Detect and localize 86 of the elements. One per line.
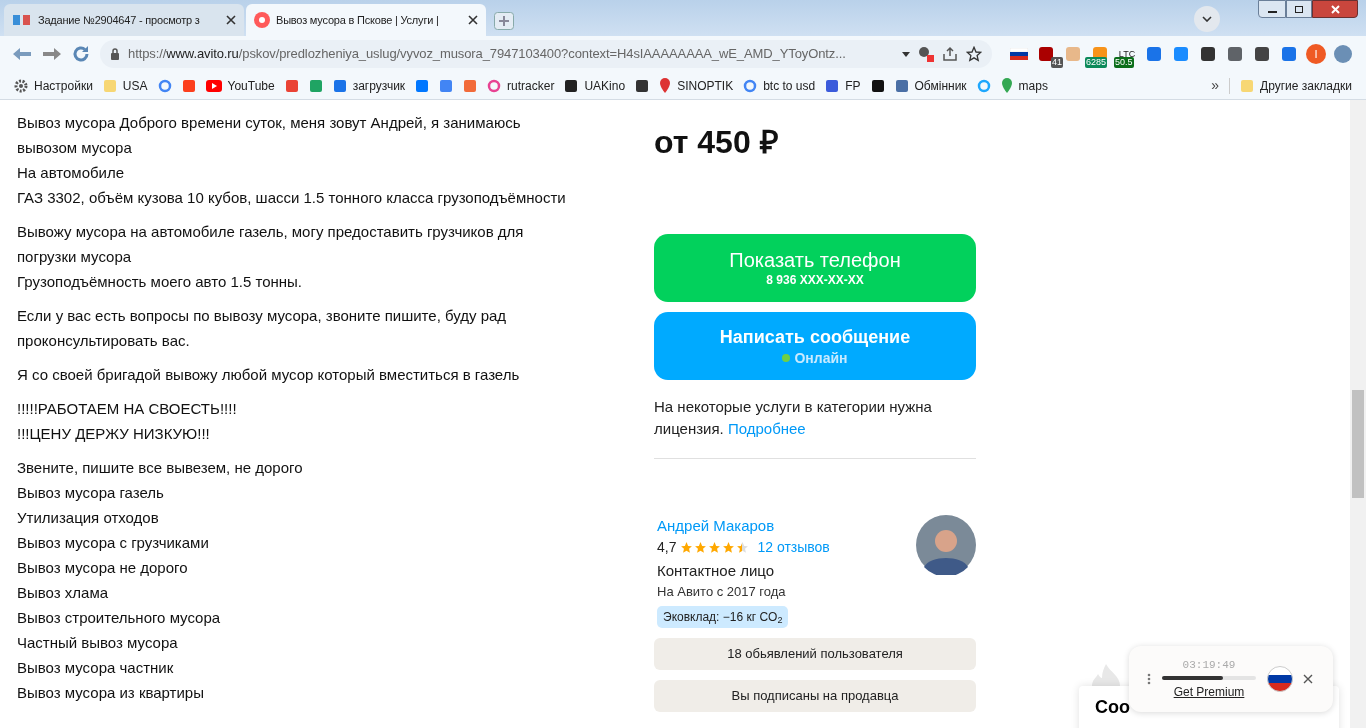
folder-icon	[1240, 78, 1255, 93]
flag-icon[interactable]	[1267, 666, 1293, 692]
description-line: Звените, пишите все вывезем, не дорого	[17, 458, 304, 478]
description-line: Вывоз мусора не дорого	[17, 558, 189, 578]
description-line: Грузоподъёмность моего авто 1.5 тонны.	[17, 272, 303, 292]
description-line: !!!ЦЕНУ ДЕРЖУ НИЗКУЮ!!!	[17, 424, 211, 444]
lock-icon	[110, 48, 120, 60]
description-line: проконсультировать вас.	[17, 331, 191, 351]
description-line: Вывоз хлама	[17, 583, 110, 603]
map-pin-icon	[1000, 78, 1013, 93]
description-line: Вывоз мусора из квартиры	[17, 683, 205, 703]
description-line: Я со своей бригадой вывожу любой мусор который вместиться в газель	[17, 365, 521, 385]
seller-action-button[interactable]: 18 обьявлений пользователя	[654, 638, 976, 670]
bookmark[interactable]: USA	[102, 74, 148, 97]
key-blocked-icon[interactable]	[918, 46, 934, 62]
bookmark[interactable]: maps	[1000, 74, 1048, 97]
tab-search-button[interactable]	[1194, 6, 1220, 32]
extension-badge: 50.5	[1114, 57, 1134, 68]
bookmark[interactable]: YouTube	[205, 74, 275, 97]
maximize-button[interactable]	[1286, 0, 1312, 18]
minimize-button[interactable]	[1258, 0, 1286, 18]
description-line: Вывоз мусора с грузчиками	[17, 533, 210, 553]
rating-value: 4,7	[657, 538, 677, 557]
close-icon[interactable]	[468, 15, 478, 25]
seller-avatar[interactable]	[916, 515, 976, 575]
bookmark[interactable]: Настройки	[14, 74, 93, 97]
folder-icon	[102, 78, 117, 93]
play-icon	[205, 79, 222, 92]
extension-badge: 6285	[1085, 57, 1108, 68]
browser-tab[interactable]: Вывоз мусора в Пскове | Услуги |	[246, 4, 486, 36]
flag-icon[interactable]	[1010, 48, 1028, 60]
more-vertical-icon[interactable]	[1147, 673, 1151, 685]
share-icon[interactable]	[942, 46, 958, 62]
premium-link[interactable]: Get Premium	[1173, 683, 1245, 702]
extension-badge: 41	[1051, 57, 1063, 68]
browser-tab[interactable]: Задание №2904647 - просмотр з	[4, 4, 244, 36]
seller-role: Контактное лицо	[657, 561, 776, 581]
reload-icon[interactable]	[72, 45, 90, 63]
description-line: погрузки мусора	[17, 247, 133, 267]
description-line: Частный вывоз мусора	[17, 633, 179, 653]
close-icon[interactable]	[226, 15, 236, 25]
url-text: https://www.avito.ru/pskov/predlozheniya_uslug/vyvoz_musora_7947103400?context=H4sIAAAAAAAA_wE_AMD_YToyOntz...	[128, 45, 847, 64]
description-line: Вывоз мусора газель	[17, 483, 165, 503]
bookmark[interactable]: загрузчик	[332, 74, 406, 97]
bookmark[interactable]: rutracker	[487, 74, 555, 97]
forward-icon[interactable]	[42, 47, 62, 61]
tab-title: Вывоз мусора в Пскове | Услуги |	[276, 12, 440, 28]
chevron-down-icon	[1202, 16, 1212, 22]
ltc-label: LTC	[1118, 49, 1136, 59]
bookmark[interactable]: UAKino	[564, 74, 626, 97]
close-window-button[interactable]	[1312, 0, 1358, 18]
new-tab-icon[interactable]	[494, 12, 514, 30]
more-bookmarks-button[interactable]: »	[1211, 75, 1220, 96]
description-line: Вывоз строительного мусора	[17, 608, 222, 628]
tab-title: Задание №2904647 - просмотр з	[38, 12, 201, 28]
other-bookmarks[interactable]: Другие закладки	[1240, 76, 1352, 95]
close-icon[interactable]	[1303, 674, 1313, 684]
description-line: Если у вас есть вопросы по вывозу мусора, звоните пишите, буду рад	[17, 306, 508, 326]
description-line: !!!!!РАБОТАЕМ НА СВОЕСТЬ!!!!	[17, 399, 238, 419]
description-line: Вывоз мусора частник	[17, 658, 175, 678]
license-note: На некоторые услуги в категории нужна лицензия. Подробнее	[654, 397, 933, 439]
timer: 03:19:49	[1182, 657, 1236, 673]
close-icon	[1330, 4, 1340, 14]
seller-action-button[interactable]: Вы подписаны на продавца	[654, 680, 976, 712]
bookmark[interactable]: btc to usd	[743, 74, 816, 97]
description-line: Вывожу мусора на автомобиле газель, могу предоставить грузчиков для	[17, 222, 525, 242]
caret-icon[interactable]	[902, 51, 910, 57]
back-icon[interactable]	[12, 47, 32, 61]
description-line: На автомобиле	[17, 163, 126, 183]
description-line: вывозом мусора	[17, 138, 133, 158]
description-line: Утилизация отходов	[17, 508, 160, 528]
description-line: Вывоз мусора Доброго времени суток, меня зовут Андрей, я занимаюсь	[17, 113, 522, 133]
seller-since: На Авито с 2017 года	[657, 583, 787, 601]
cookie-title: Coo	[1095, 697, 1130, 717]
price: от 450 ₽	[654, 123, 780, 162]
scrollbar-thumb[interactable]	[1352, 390, 1364, 498]
bookmark-star-icon[interactable]	[966, 46, 982, 62]
bookmark[interactable]: Обмінник	[894, 74, 967, 97]
bookmark[interactable]: SINOPTIK	[659, 74, 734, 97]
record-icon	[254, 12, 270, 28]
bookmark[interactable]: FP	[825, 74, 861, 97]
eco-badge: Эковклад: −16 кг CO$_{2}$	[657, 606, 789, 628]
description-line: ГАЗ 3302, объём кузова 10 кубов, шасси 1.5 тонного класса грузоподъёмности	[17, 188, 567, 208]
address-bar[interactable]: https://www.avito.ru/pskov/predlozheniya_uslug/vyvoz_musora_7947103400?context=H4sIAAAAAAAA_wE_AMD_YToyOntz...	[100, 40, 992, 68]
sp-logo-icon	[12, 13, 32, 27]
gear-icon	[14, 78, 28, 93]
